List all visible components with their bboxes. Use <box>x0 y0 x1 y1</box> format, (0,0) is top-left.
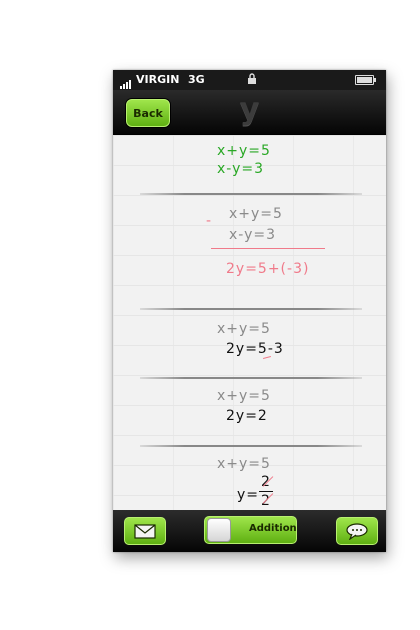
bottom-toolbar: Addition <box>113 510 386 552</box>
lock-icon <box>248 73 256 84</box>
step-divider <box>140 193 362 195</box>
step1-equation1: x+y=5 <box>217 143 271 159</box>
toggle-knob[interactable] <box>207 518 231 542</box>
mode-toggle[interactable]: Addition <box>204 516 297 544</box>
step2-sum-line <box>211 248 325 249</box>
step3-equation2: 2y=5-3 <box>226 341 284 357</box>
page-title: y <box>239 92 260 127</box>
equation-steps[interactable]: x+y=5 x-y=3 x+y=5 - x-y=3 2y=5+(-3) x+y=… <box>113 135 386 510</box>
step4-equation1: x+y=5 <box>217 388 271 404</box>
step2-result: 2y=5+(-3) <box>226 261 310 277</box>
carrier-name: VIRGIN <box>136 73 180 86</box>
step-divider <box>140 377 362 379</box>
envelope-icon <box>134 523 156 539</box>
step5-equation1: x+y=5 <box>217 456 271 472</box>
speech-bubble-icon <box>346 522 368 540</box>
fraction-bar <box>259 491 273 492</box>
step4-equation2: 2y=2 <box>226 408 268 424</box>
status-bar: VIRGIN 3G <box>113 70 386 90</box>
step2-minus-mark: - <box>206 213 213 229</box>
email-button[interactable] <box>124 517 166 545</box>
step3-equation1: x+y=5 <box>217 321 271 337</box>
step2-equation1: x+y=5 <box>229 206 283 222</box>
battery-icon <box>355 75 376 85</box>
chat-button[interactable] <box>336 517 378 545</box>
network-type: 3G <box>188 73 205 86</box>
step-divider <box>140 308 362 310</box>
phone-screen: VIRGIN 3G Back y x+y=5 x-y=3 x+y=5 - x-y… <box>113 70 386 552</box>
nav-bar: Back y <box>113 90 386 135</box>
mode-label: Addition <box>249 523 297 534</box>
signal-bars-icon <box>120 76 132 89</box>
step1-equation2: x-y=3 <box>217 161 265 177</box>
step2-equation2: x-y=3 <box>229 227 277 243</box>
step5-prefix: y= <box>237 487 260 503</box>
step-divider <box>140 445 362 447</box>
